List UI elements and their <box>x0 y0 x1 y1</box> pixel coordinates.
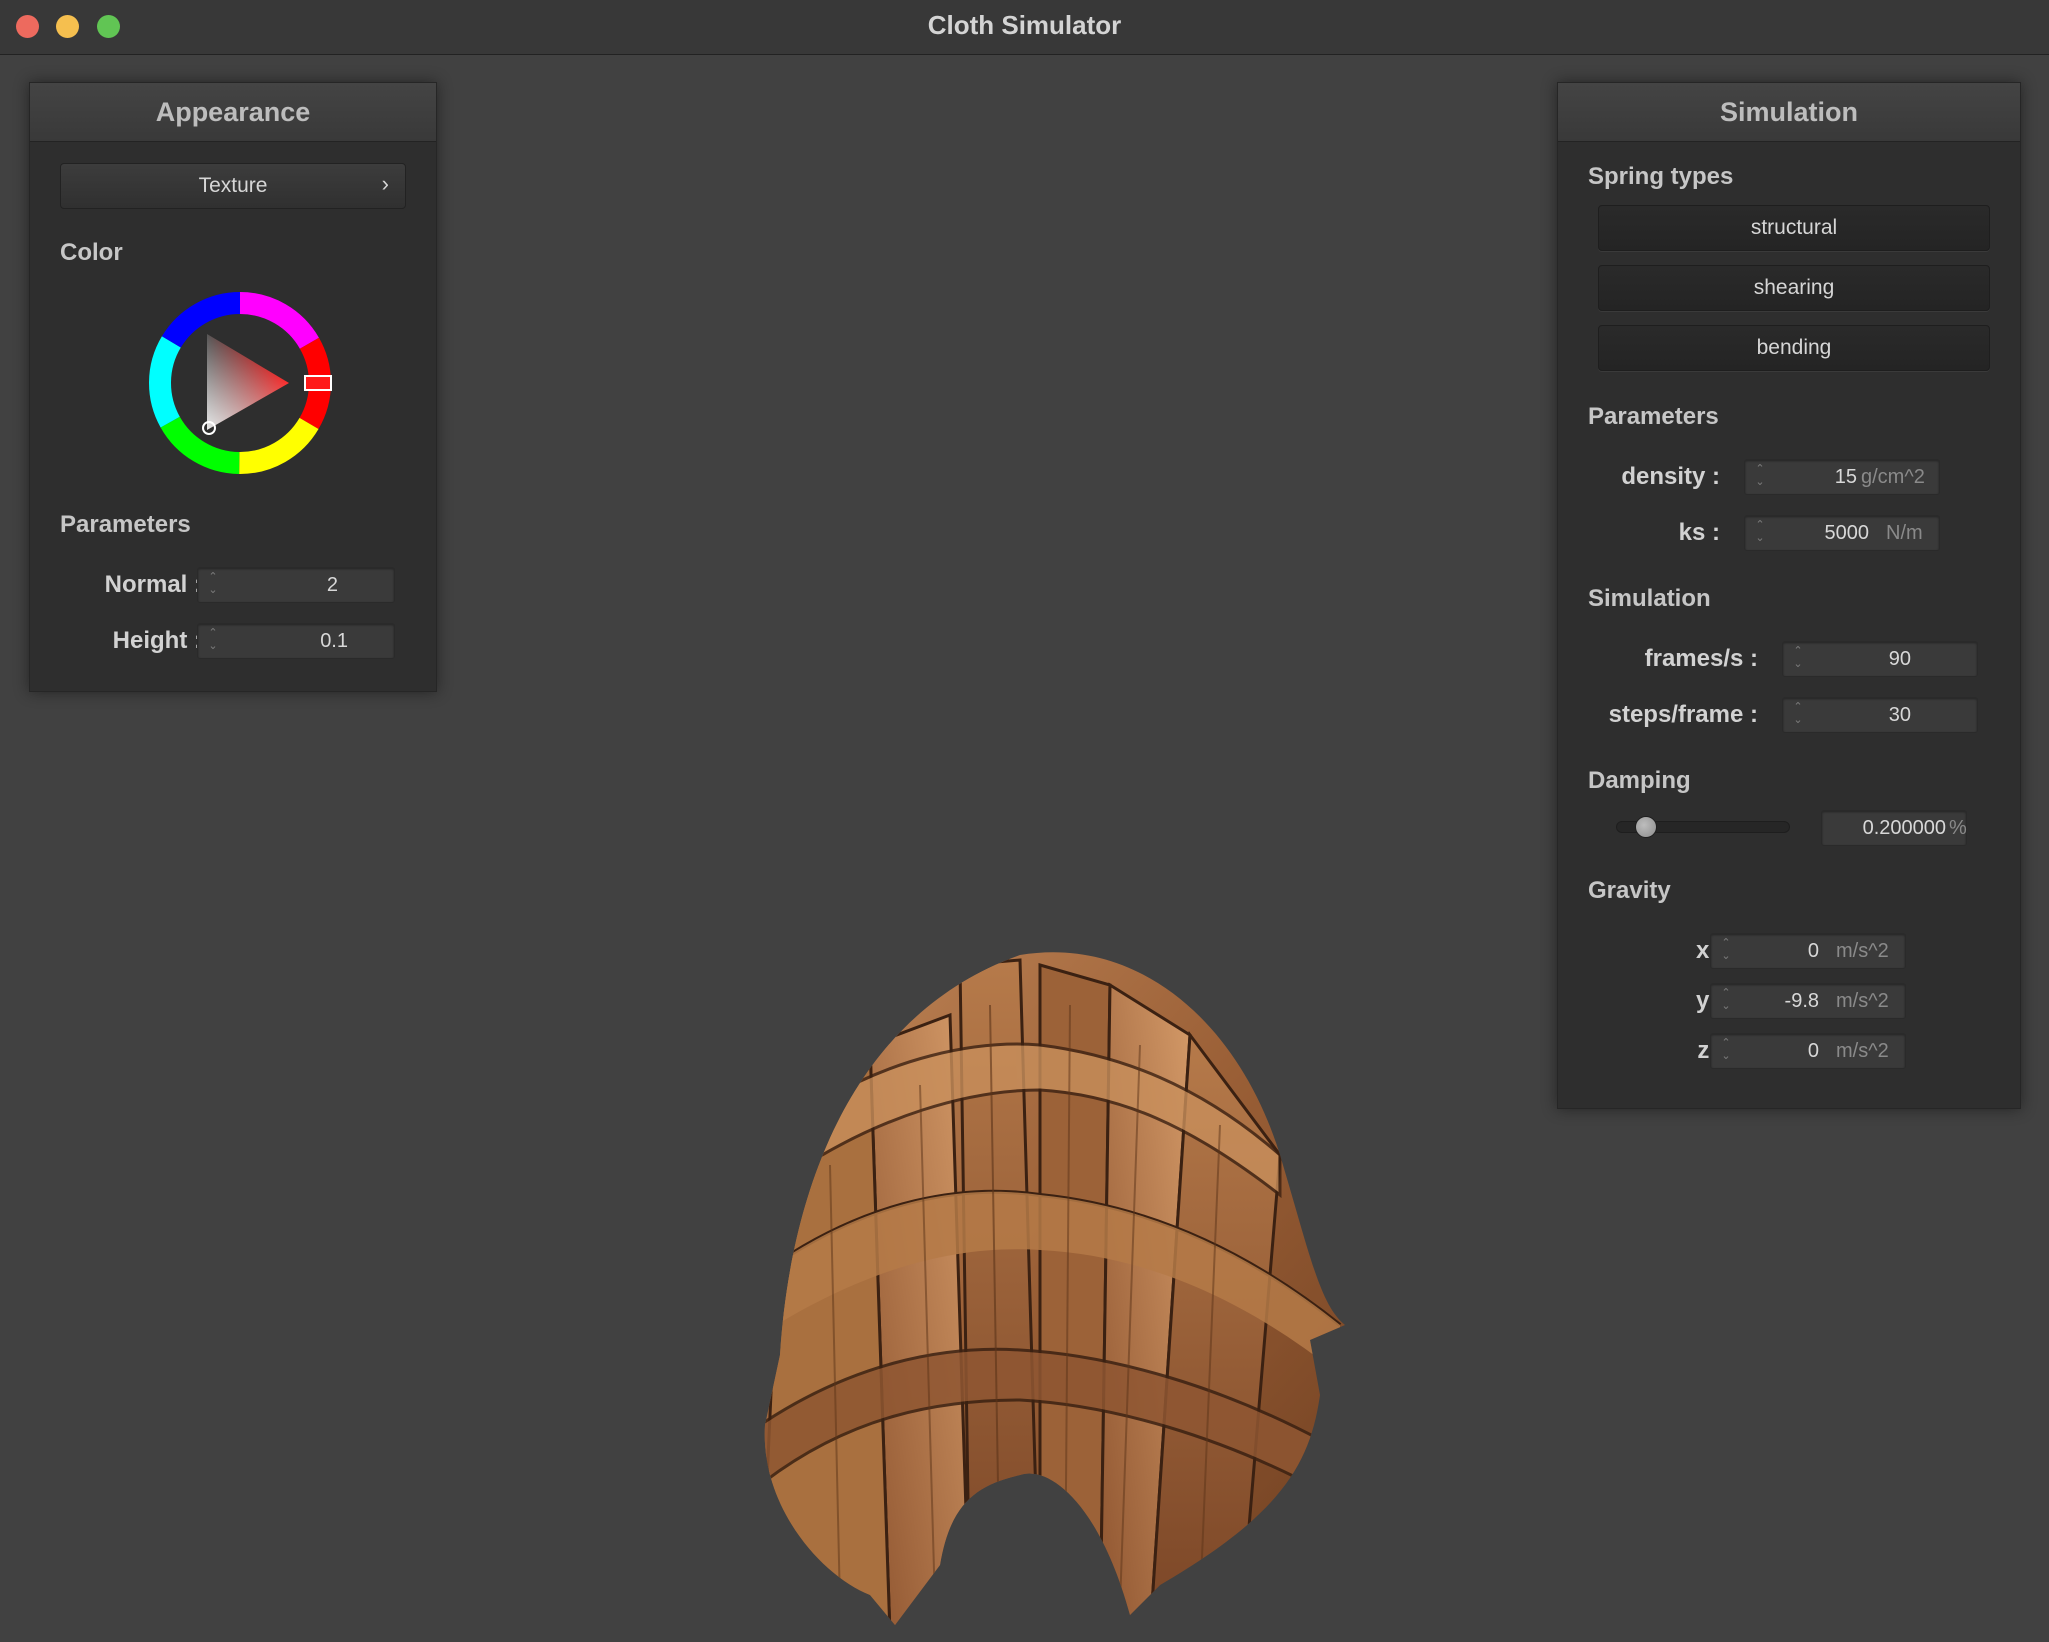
cloth-render[interactable] <box>720 945 1350 1635</box>
normal-input[interactable]: ⌃ ⌄ 2 <box>197 567 395 603</box>
density-label: density : <box>1621 463 1720 490</box>
normal-stepper-icon[interactable]: ⌃ ⌄ <box>206 571 220 599</box>
bending-button-label: bending <box>1756 336 1832 359</box>
gravity-z-input[interactable]: ⌃ ⌄ 0 m/s^2 <box>1710 1033 1906 1069</box>
gravity-y-input[interactable]: ⌃ ⌄ -9.8 m/s^2 <box>1710 983 1906 1019</box>
normal-value: 2 <box>326 574 338 596</box>
simulation-parameters-label: Parameters <box>1588 403 1719 430</box>
appearance-parameters-label: Parameters <box>60 511 191 538</box>
damping-value: 0.200000 <box>1862 817 1946 839</box>
density-input[interactable]: ⌃ ⌄ 15 g/cm^2 <box>1744 459 1940 495</box>
appearance-panel-header[interactable]: Appearance <box>30 83 436 142</box>
simulation-panel: Simulation Spring types structural shear… <box>1557 82 2021 1109</box>
gravity-x-unit: m/s^2 <box>1836 940 1889 962</box>
structural-button[interactable]: structural <box>1598 205 1990 251</box>
shearing-button[interactable]: shearing <box>1598 265 1990 311</box>
gravity-label: Gravity <box>1588 877 1671 904</box>
fps-stepper-icon[interactable]: ⌃ ⌄ <box>1791 645 1805 673</box>
gravity-y-label: y : <box>1695 987 1724 1014</box>
gravity-z-label: z : <box>1697 1037 1724 1064</box>
simulation-panel-header[interactable]: Simulation <box>1558 83 2020 142</box>
ks-input[interactable]: ⌃ ⌄ 5000 N/m <box>1744 515 1940 551</box>
gravity-x-stepper-icon[interactable]: ⌃ ⌄ <box>1719 937 1733 965</box>
density-stepper-icon[interactable]: ⌃ ⌄ <box>1753 463 1767 491</box>
height-label: Height : <box>112 627 202 654</box>
gravity-z-unit: m/s^2 <box>1836 1040 1889 1062</box>
gravity-y-stepper-icon[interactable]: ⌃ ⌄ <box>1719 987 1733 1015</box>
damping-label: Damping <box>1588 767 1691 794</box>
gravity-x-input[interactable]: ⌃ ⌄ 0 m/s^2 <box>1710 933 1906 969</box>
texture-button[interactable]: Texture › <box>60 163 406 209</box>
fps-value: 90 <box>1888 648 1911 670</box>
density-unit: g/cm^2 <box>1861 466 1925 488</box>
normal-label: Normal : <box>104 571 202 598</box>
chevron-right-icon: › <box>381 171 389 196</box>
color-label: Color <box>60 239 123 266</box>
steps-per-frame-input[interactable]: ⌃ ⌄ 30 <box>1782 697 1978 733</box>
gravity-x-value: 0 <box>1807 940 1819 962</box>
density-value: 15 <box>1834 466 1857 488</box>
saturation-value-triangle[interactable] <box>207 334 289 430</box>
steps-per-frame-label: steps/frame : <box>1608 701 1758 728</box>
ks-value: 5000 <box>1824 522 1870 544</box>
damping-slider-handle[interactable] <box>1634 816 1657 838</box>
gravity-z-stepper-icon[interactable]: ⌃ ⌄ <box>1719 1037 1733 1065</box>
shearing-button-label: shearing <box>1753 276 1835 299</box>
steps-stepper-icon[interactable]: ⌃ ⌄ <box>1791 701 1805 729</box>
window-title: Cloth Simulator <box>927 10 1122 40</box>
ks-label: ks : <box>1678 519 1720 546</box>
ks-unit: N/m <box>1886 522 1923 544</box>
spring-types-label: Spring types <box>1588 163 1734 190</box>
gravity-y-value: -9.8 <box>1784 990 1819 1012</box>
gravity-z-value: 0 <box>1807 1040 1819 1062</box>
height-stepper-icon[interactable]: ⌃ ⌄ <box>206 627 220 655</box>
gravity-y-unit: m/s^2 <box>1836 990 1889 1012</box>
frames-per-second-input[interactable]: ⌃ ⌄ 90 <box>1782 641 1978 677</box>
appearance-panel: Appearance Texture › Color Parameters No… <box>29 82 437 692</box>
hue-selector-handle[interactable] <box>304 375 332 391</box>
steps-value: 30 <box>1888 704 1911 726</box>
structural-button-label: structural <box>1750 216 1838 239</box>
bending-button[interactable]: bending <box>1598 325 1990 371</box>
damping-input[interactable]: 0.200000 % <box>1821 810 1967 846</box>
frames-per-second-label: frames/s : <box>1644 645 1758 672</box>
app-window: Cloth Simulator Appearance Texture › Col… <box>0 0 2049 1642</box>
gravity-x-label: x : <box>1695 937 1724 964</box>
title-bar: Cloth Simulator <box>0 0 2049 55</box>
height-value: 0.1 <box>320 630 348 652</box>
texture-button-label: Texture <box>198 174 268 197</box>
color-wheel[interactable] <box>145 288 335 478</box>
height-input[interactable]: ⌃ ⌄ 0.1 <box>197 623 395 659</box>
damping-unit: % <box>1949 817 1967 839</box>
ks-stepper-icon[interactable]: ⌃ ⌄ <box>1753 519 1767 547</box>
simulation-section-label: Simulation <box>1588 585 1711 612</box>
